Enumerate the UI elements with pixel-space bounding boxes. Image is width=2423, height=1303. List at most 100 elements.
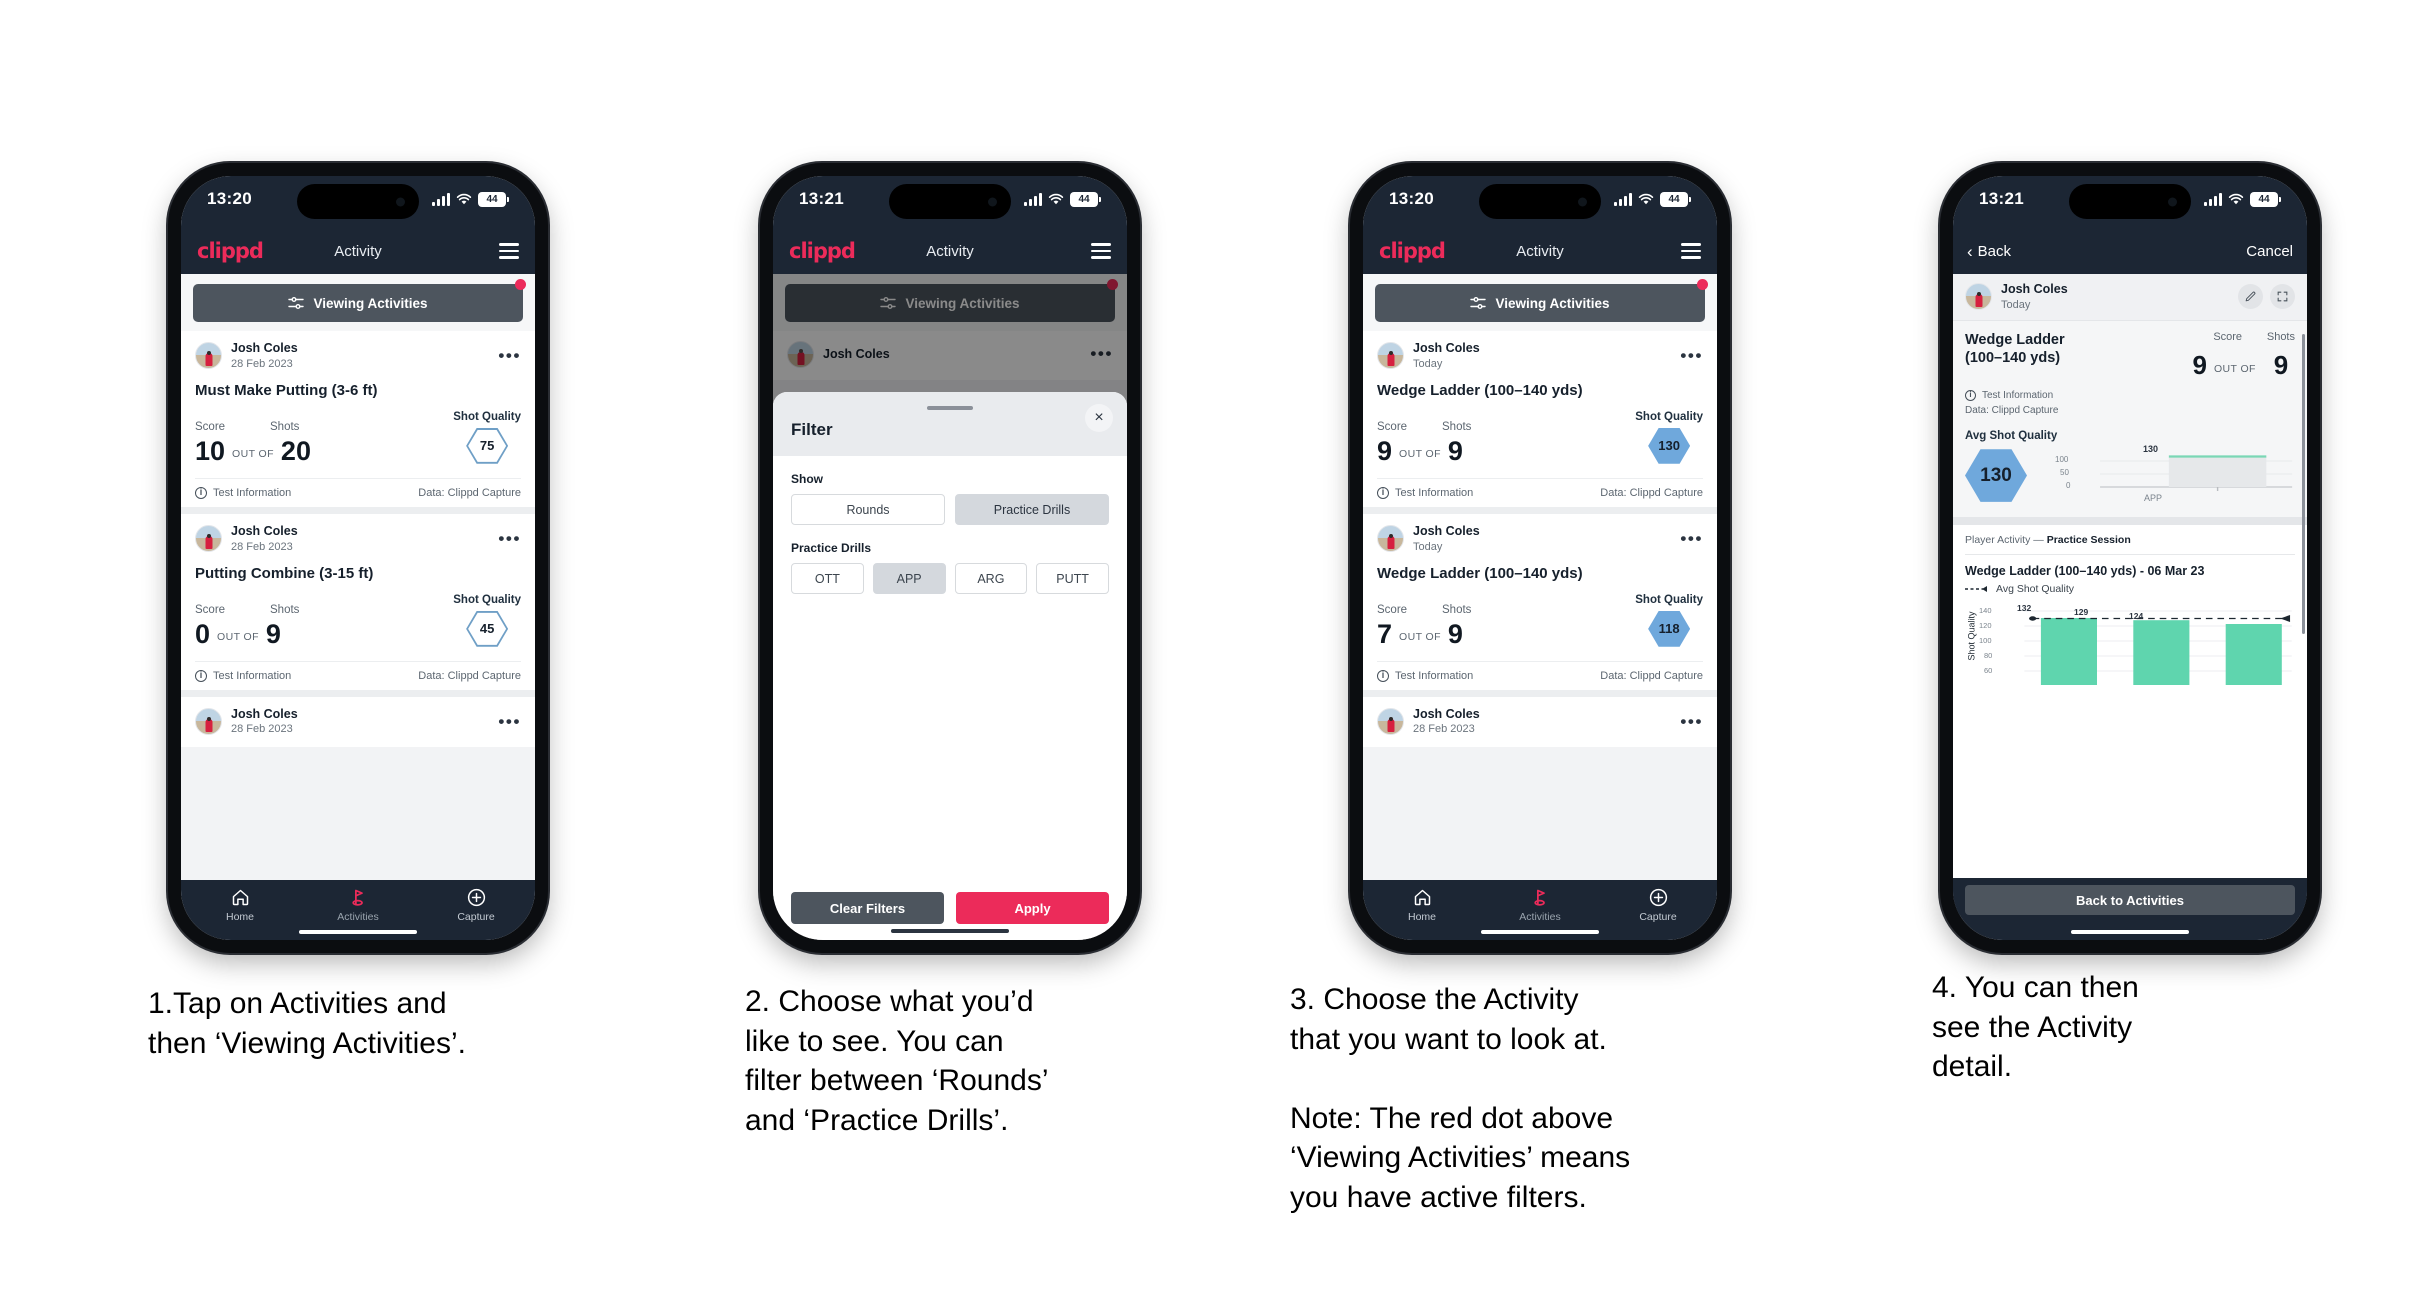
tab-capture-label: Capture (1639, 911, 1677, 923)
phone-3-screen: 13:20 44 clippd Activity Viewing Activit… (1363, 176, 1717, 940)
apply-button[interactable]: Apply (956, 892, 1109, 924)
dynamic-island (297, 184, 419, 219)
filter-option-rounds[interactable]: Rounds (791, 494, 945, 525)
shot-quality-hexagon: 45 (466, 610, 509, 647)
avg-shot-quality-value: 130 (1980, 464, 2012, 486)
close-icon[interactable]: × (1085, 404, 1113, 432)
card-header: Josh Coles 28 Feb 2023 ••• (195, 707, 521, 737)
drag-handle[interactable] (927, 406, 973, 410)
menu-icon[interactable] (1681, 243, 1701, 259)
out-of-label: OUT OF (217, 630, 259, 643)
phone-1: 13:20 44 clippd Activity Viewing Activit… (168, 163, 548, 953)
menu-icon[interactable] (1091, 243, 1111, 259)
filter-modal: Filter × Show Rounds Practice Drills Pra… (773, 392, 1127, 940)
detail-test-information: Test Information (1982, 389, 2054, 401)
drill-option-putt[interactable]: PUTT (1036, 563, 1109, 594)
viewing-activities-button[interactable]: Viewing Activities (193, 284, 523, 322)
bar-label-2: 129 (2074, 606, 2089, 617)
drill-option-ott[interactable]: OTT (791, 563, 864, 594)
phone-3: 13:20 44 clippd Activity Viewing Activit… (1350, 163, 1730, 953)
activity-card[interactable]: Josh Coles 28 Feb 2023 ••• Putting Combi… (181, 513, 535, 690)
shots-value: 9 (265, 618, 281, 649)
tab-capture[interactable]: Capture (1599, 887, 1717, 923)
pencil-icon[interactable] (2238, 284, 2263, 310)
status-time: 13:21 (799, 189, 844, 208)
card-overflow-menu-icon[interactable]: ••• (498, 347, 521, 364)
chevron-left-icon: ‹ (1967, 241, 1973, 261)
test-information-label: Test Information (1395, 669, 1474, 682)
activity-card[interactable]: Josh Coles Today ••• Wedge Ladder (100–1… (1363, 513, 1717, 690)
avg-shot-quality-block: Avg Shot Quality 130 100 50 0 130 APP (1953, 425, 2307, 517)
drill-option-app[interactable]: APP (872, 563, 946, 594)
card-date: Today (1413, 357, 1443, 370)
cellular-signal-icon (1024, 192, 1042, 206)
status-bar: 13:20 44 (181, 176, 535, 228)
section-rule (1965, 553, 2295, 555)
score-value: 9 (1377, 435, 1393, 466)
legend-marker-icon (1965, 585, 1987, 592)
filter-option-practice-drills[interactable]: Practice Drills (955, 494, 1109, 525)
activity-card[interactable]: Josh Coles 28 Feb 2023 ••• (1363, 696, 1717, 747)
filter-modal-body: Show Rounds Practice Drills Practice Dri… (773, 456, 1127, 892)
card-overflow-menu-icon[interactable]: ••• (1680, 347, 1703, 364)
shot-quality-label: Shot Quality (453, 593, 521, 606)
app-body: Viewing Activities Josh Coles Today ••• (1363, 274, 1717, 880)
card-overflow-menu-icon[interactable]: ••• (1680, 530, 1703, 547)
tab-activities[interactable]: Activities (1481, 887, 1599, 923)
player-activity-type: Practice Session (2046, 533, 2131, 546)
detail-score-value: 9 (2192, 349, 2207, 380)
data-source-label: Data: Clippd Capture (1600, 486, 1703, 499)
detail-title: Wedge Ladder (100–140 yds) (1965, 331, 2065, 367)
score-label: Score (1377, 603, 1408, 616)
cancel-button[interactable]: Cancel (2246, 243, 2293, 260)
phone-2: 13:21 44 clippd Activity Viewing Activit… (760, 163, 1140, 953)
shot-quality-value: 45 (468, 612, 507, 645)
card-overflow-menu-icon[interactable]: ••• (1680, 713, 1703, 730)
battery-indicator: 44 (1660, 191, 1688, 207)
active-filter-badge (515, 279, 526, 290)
avatar (1965, 283, 1992, 311)
detail-shots: Shots 9 (2267, 331, 2295, 380)
card-metrics: Score Shots 9 OUT OF 9 Shot Quality 130 (1377, 411, 1703, 467)
menu-icon[interactable] (499, 243, 519, 259)
dynamic-island (889, 184, 1011, 219)
avatar (1377, 342, 1404, 370)
clear-filters-button[interactable]: Clear Filters (791, 892, 944, 924)
score-label: Score (195, 420, 226, 433)
shot-quality-hexagon: 75 (466, 428, 509, 464)
card-date: 28 Feb 2023 (231, 357, 293, 370)
card-overflow-menu-icon[interactable]: ••• (498, 713, 521, 730)
viewing-activities-button[interactable]: Viewing Activities (1375, 284, 1705, 322)
shot-quality-label: Shot Quality (1635, 410, 1703, 423)
status-time: 13:20 (1389, 189, 1434, 208)
back-button[interactable]: ‹ Back (1967, 243, 2011, 260)
scrollbar[interactable] (2302, 334, 2305, 634)
tab-activities-label: Activities (1519, 911, 1561, 923)
drill-option-arg[interactable]: ARG (954, 563, 1028, 594)
avatar (195, 525, 222, 553)
app-header: clippd Activity (1363, 228, 1717, 274)
avatar (1377, 525, 1404, 553)
activity-card[interactable]: Josh Coles 28 Feb 2023 ••• (181, 696, 535, 747)
plus-circle-icon (417, 887, 535, 909)
caption-step-1: 1.Tap on Activities and then ‘Viewing Ac… (148, 987, 466, 1060)
card-title: Must Make Putting (3-6 ft) (195, 381, 378, 399)
tab-home[interactable]: Home (181, 887, 299, 923)
expand-icon[interactable] (2270, 284, 2295, 310)
shots-label: Shots (1442, 420, 1472, 433)
app-body: Josh Coles Today Wedge Ladder (100–140 y… (1953, 274, 2307, 878)
activity-card[interactable]: Josh Coles Today ••• Wedge Ladder (100–1… (1363, 331, 1717, 507)
shots-value: 9 (1447, 435, 1463, 466)
card-overflow-menu-icon[interactable]: ••• (498, 530, 521, 547)
tab-capture[interactable]: Capture (417, 887, 535, 923)
home-indicator (1481, 929, 1599, 934)
card-header: Josh Coles 28 Feb 2023 ••• (1377, 707, 1703, 737)
clippd-logo: clippd (1379, 239, 1446, 263)
wifi-icon (1638, 193, 1654, 206)
back-to-activities-button[interactable]: Back to Activities (1965, 885, 2295, 915)
tab-home[interactable]: Home (1363, 887, 1481, 923)
activity-card[interactable]: Josh Coles 28 Feb 2023 ••• Must Make Put… (181, 331, 535, 507)
chart-legend: Avg Shot Quality (1965, 583, 2295, 595)
phone-4: 13:21 44 ‹ Back Cancel Josh Coles Today … (1940, 163, 2320, 953)
tab-activities[interactable]: Activities (299, 887, 417, 923)
